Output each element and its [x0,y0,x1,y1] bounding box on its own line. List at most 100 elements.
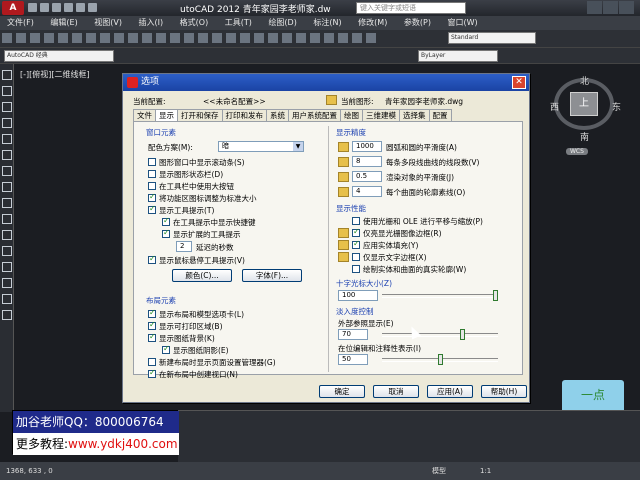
checkbox-layout-tabs[interactable]: 显示布局和模型选项卡(L) [148,308,244,320]
search-input[interactable]: 键入关键字或短语 [356,2,466,14]
colors-button[interactable]: 颜色(C)... [172,269,232,282]
checkbox-box[interactable] [148,158,156,166]
compass-north[interactable]: 北 [580,74,589,87]
tab-plot-publish[interactable]: 打印和发布 [221,109,267,121]
toolbar-icon[interactable] [254,33,264,43]
text-style-combo[interactable]: Standard [448,32,536,44]
delay-seconds-input[interactable]: 2 [176,241,192,252]
toolbar-icon[interactable] [226,33,236,43]
checkbox-box[interactable] [148,192,156,202]
hatch-tool-icon[interactable] [2,246,12,256]
toolbar-icon[interactable] [212,33,222,43]
checkbox-extended-tooltips[interactable]: 显示扩展的工具提示 [162,228,241,240]
cancel-button[interactable]: 取消 [373,385,419,398]
checkbox-box[interactable] [162,344,170,354]
undo-icon[interactable] [64,3,73,12]
toolbar-icon[interactable] [366,33,376,43]
tab-profiles[interactable]: 配置 [428,109,452,121]
text-tool-icon[interactable] [2,310,12,320]
checkbox-box[interactable] [162,216,170,226]
menu-insert[interactable]: 插入(I) [132,16,171,30]
checkbox-scrollbars[interactable]: 图形窗口中显示滚动条(S) [148,157,245,168]
xref-slider-thumb[interactable] [459,329,465,340]
menu-format[interactable]: 格式(O) [173,16,216,30]
toolbar-icon[interactable] [268,33,278,43]
save-icon[interactable] [52,3,61,12]
checkbox-true-silhouettes[interactable]: 绘制实体和曲面的真实轮廓(W) [352,264,466,275]
checkbox-box[interactable] [352,239,360,249]
menu-view[interactable]: 视图(V) [87,16,129,30]
toolbar-icon[interactable] [198,33,208,43]
redo-icon[interactable] [76,3,85,12]
compass-south[interactable]: 南 [580,130,589,143]
toolbar-icon[interactable] [30,33,40,43]
menu-draw[interactable]: 绘图(D) [261,16,303,30]
help-button[interactable]: 帮助(H) [481,385,527,398]
toolbar-icon[interactable] [310,33,320,43]
arc-smoothness-input[interactable]: 1000 [352,141,382,152]
apply-button[interactable]: 应用(A) [427,385,473,398]
spline-tool-icon[interactable] [2,182,12,192]
tab-selection[interactable]: 选择集 [399,109,430,121]
checkbox-box[interactable] [352,265,360,273]
checkbox-box[interactable] [352,217,360,225]
toolbar-icon[interactable] [296,33,306,43]
checkbox-raster-ole-pan[interactable]: 使用光栅和 OLE 进行平移与缩放(P) [352,216,483,227]
maximize-icon[interactable] [603,1,618,14]
dialog-close-button[interactable]: ✕ [512,76,526,89]
menu-window[interactable]: 窗口(W) [441,16,485,30]
checkbox-box[interactable] [352,253,360,261]
checkbox-create-viewport[interactable]: 在新布局中创建视口(N) [148,368,238,380]
menu-file[interactable]: 文件(F) [0,16,41,30]
crosshair-slider-thumb[interactable] [493,290,498,301]
checkbox-shortcut-keys[interactable]: 在工具提示中显示快捷键 [162,216,256,228]
command-line-area[interactable] [178,410,640,462]
tab-display[interactable]: 显示 [155,109,178,121]
color-combo[interactable]: ByLayer [418,50,498,62]
point-tool-icon[interactable] [2,230,12,240]
checkbox-box[interactable] [148,332,156,342]
annotation-scale[interactable]: 1:1 [480,462,491,480]
tab-files[interactable]: 文件 [133,109,156,121]
checkbox-large-buttons[interactable]: 在工具栏中使用大按钮 [148,181,234,192]
toolbar-icon[interactable] [184,33,194,43]
checkbox-box[interactable] [148,204,156,214]
inplace-fade-input[interactable]: 50 [338,354,368,365]
toolbar-icon[interactable] [128,33,138,43]
toolbar-icon[interactable] [44,33,54,43]
contour-lines-input[interactable]: 4 [352,186,382,197]
checkbox-text-frame[interactable]: 仅显示文字边框(X) [352,252,427,263]
xref-fade-input[interactable]: 70 [338,329,368,340]
circle-tool-icon[interactable] [2,150,12,160]
viewport-controls-label[interactable]: [-][俯视][二维线框] [20,69,90,80]
checkbox-paper-shadow[interactable]: 显示图纸阴影(E) [162,344,229,356]
checkbox-solid-fill[interactable]: 应用实体填充(Y) [352,239,418,251]
viewcube-top-face[interactable]: 上 [570,92,598,116]
checkbox-box[interactable] [148,254,156,264]
polygon-tool-icon[interactable] [2,102,12,112]
viewcube[interactable]: 北 南 西 东 上 WCS [548,74,626,164]
gradient-tool-icon[interactable] [2,262,12,272]
checkbox-page-setup-manager[interactable]: 新建布局时显示页面设置管理器(G) [148,357,276,368]
toolbar-icon[interactable] [170,33,180,43]
line-tool-icon[interactable] [2,70,12,80]
xref-fade-slider[interactable] [382,333,498,337]
menu-edit[interactable]: 编辑(E) [43,16,84,30]
toolbar-icon[interactable] [100,33,110,43]
crosshair-size-slider[interactable] [382,294,498,298]
ellipse-tool-icon[interactable] [2,198,12,208]
compass-east[interactable]: 东 [612,100,621,113]
checkbox-box[interactable] [148,320,156,330]
rendered-smoothness-input[interactable]: 0.5 [352,171,382,182]
toolbar-icon[interactable] [324,33,334,43]
workspace-combo[interactable]: AutoCAD 经典 [4,50,114,62]
compass-west[interactable]: 西 [550,100,559,113]
menu-modify[interactable]: 修改(M) [351,16,394,30]
toolbar-icon[interactable] [16,33,26,43]
checkbox-rollover-tooltips[interactable]: 显示鼠标悬停工具提示(V) [148,254,245,266]
dialog-title-bar[interactable]: 选项 ✕ [123,74,529,91]
toolbar-icon[interactable] [72,33,82,43]
toolbar-icon[interactable] [58,33,68,43]
region-tool-icon[interactable] [2,278,12,288]
polyline-segments-input[interactable]: 8 [352,156,382,167]
